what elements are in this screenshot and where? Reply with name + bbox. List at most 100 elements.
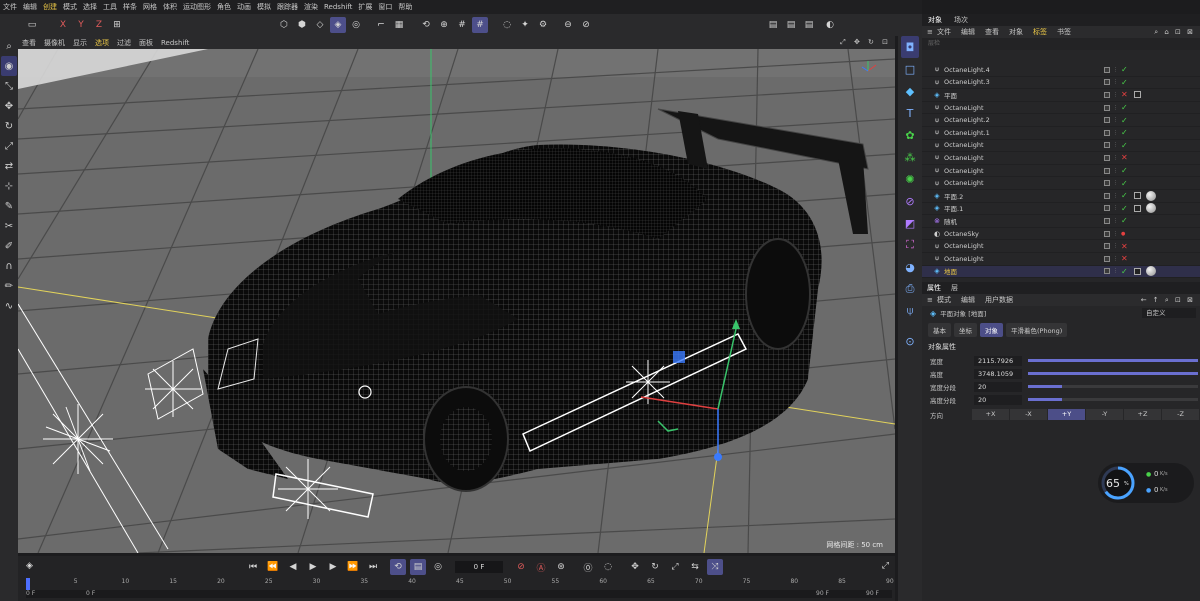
key-settings-icon[interactable]: ⊛ — [553, 559, 569, 575]
model-mode-icon[interactable]: ◈ — [330, 17, 346, 33]
visibility-dots-icon[interactable]: ⋮ — [1113, 67, 1118, 73]
menu-item-14[interactable]: 渲染 — [304, 2, 324, 12]
keyframe-icon[interactable]: ◈ — [26, 561, 33, 571]
subtab-phong[interactable]: 平滑着色(Phong) — [1006, 323, 1068, 337]
stop-icon[interactable]: ⊘ — [578, 17, 594, 33]
tab-attributes[interactable]: 属性 — [922, 283, 946, 293]
object-row[interactable]: ⍦ OctaneLight.4 ⋮ ✓ — [922, 64, 1200, 77]
key-pla-icon[interactable]: ⤨ — [707, 559, 723, 575]
render-active-icon[interactable]: ▤ — [783, 17, 799, 33]
key-rotate-icon[interactable]: ↻ — [647, 559, 663, 575]
object-row[interactable]: ⍦ OctaneLight ⋮ ✓ — [922, 102, 1200, 115]
direction-button[interactable]: -Z — [1162, 409, 1199, 420]
menu-item-12[interactable]: 模拟 — [257, 2, 277, 12]
enabled-check-icon[interactable]: ✓ — [1121, 78, 1128, 87]
visibility-dots-icon[interactable]: ⋮ — [1113, 117, 1118, 123]
visibility-dots-icon[interactable]: ⋮ — [1113, 130, 1118, 136]
auto-key-icon[interactable]: Ⓐ — [533, 559, 549, 575]
tag-icon[interactable] — [1134, 91, 1141, 99]
poly-mode-icon[interactable]: ◇ — [312, 17, 328, 33]
grid-toggle-icon[interactable]: # — [472, 17, 488, 33]
object-row[interactable]: ⍦ OctaneLight ⋮ ✓ — [922, 177, 1200, 190]
search-icon[interactable]: ⌕ — [1, 36, 17, 56]
layer-box[interactable] — [1104, 91, 1110, 98]
prev-key-icon[interactable]: ⏪ — [265, 559, 281, 575]
texture-mode-icon[interactable]: ◎ — [348, 17, 364, 33]
attr-menu-edit[interactable]: 编辑 — [956, 295, 980, 305]
graph-icon[interactable]: ⤢ — [882, 561, 889, 571]
visibility-dots-icon[interactable]: ⋮ — [1113, 268, 1118, 274]
object-row[interactable]: ⍦ OctaneLight ⋮ ✕ — [922, 152, 1200, 165]
material-tag-icon[interactable] — [1146, 266, 1156, 277]
property-value-field[interactable]: 2115.7926 — [974, 355, 1022, 366]
enabled-check-icon[interactable]: ✓ — [1121, 267, 1128, 276]
direction-button[interactable]: +Y — [1048, 409, 1085, 420]
move-icon[interactable]: ✥ — [1, 96, 17, 116]
status-dot-icon[interactable]: ● — [1121, 231, 1125, 237]
speed-icon[interactable]: ▤ — [410, 559, 426, 575]
enabled-check-icon[interactable]: ✓ — [1121, 116, 1128, 125]
property-value-field[interactable]: 20 — [974, 381, 1022, 392]
menu-item-18[interactable]: 帮助 — [398, 2, 418, 12]
key-move-icon[interactable]: ✥ — [627, 559, 643, 575]
transform-icon[interactable]: ⇄ — [1, 156, 17, 176]
sculpt-icon[interactable]: ✏ — [1, 276, 17, 296]
go-end-icon[interactable]: ⏭ — [365, 559, 381, 575]
search-input[interactable]: 层检 — [922, 38, 1200, 50]
object-row[interactable]: ◈ 平面.2 ⋮ ✓ — [922, 190, 1200, 203]
property-value-field[interactable]: 20 — [974, 394, 1022, 405]
object-row[interactable]: ⍦ OctaneLight ⋮ ✕ — [922, 240, 1200, 253]
property-slider[interactable] — [1028, 385, 1198, 388]
direction-button[interactable]: -X — [1010, 409, 1047, 420]
visibility-dots-icon[interactable]: ⋮ — [1113, 193, 1118, 199]
object-row[interactable]: ◈ 平面.1 ⋮ ✓ — [922, 203, 1200, 216]
property-slider[interactable] — [1028, 398, 1198, 401]
enabled-check-icon[interactable]: ✓ — [1121, 103, 1128, 112]
tab-layers[interactable]: 层 — [946, 283, 963, 293]
visibility-dots-icon[interactable]: ⋮ — [1113, 218, 1118, 224]
property-value-field[interactable]: 3748.1059 — [974, 368, 1022, 379]
cube-object-icon[interactable]: □ — [901, 58, 919, 80]
deformer-icon[interactable]: ⊘ — [901, 190, 919, 212]
record-icon[interactable]: ⊖ — [560, 17, 576, 33]
frame-range-bar[interactable]: 0 F 0 F 90 F 90 F — [26, 590, 892, 598]
next-key-icon[interactable]: ⏩ — [345, 559, 361, 575]
menu-item-17[interactable]: 窗口 — [378, 2, 398, 12]
om-menu-view[interactable]: 查看 — [980, 27, 1004, 37]
om-menu-file[interactable]: 文件 — [932, 27, 956, 37]
menu-item-4[interactable]: 选择 — [83, 2, 103, 12]
loop-icon[interactable]: ⟲ — [390, 559, 406, 575]
object-row[interactable]: ◐ OctaneSky ⋮ ● — [922, 228, 1200, 241]
vp-menu-view[interactable]: 查看 — [18, 38, 40, 48]
layer-box[interactable] — [1104, 180, 1110, 187]
brush-icon[interactable]: ✐ — [1, 236, 17, 256]
menu-item-6[interactable]: 样条 — [123, 2, 143, 12]
object-row[interactable]: ⊗ 随机 ⋮ ✓ — [922, 215, 1200, 228]
axis-y-toggle[interactable]: Y — [73, 17, 89, 33]
disabled-cross-icon[interactable]: ✕ — [1121, 242, 1128, 251]
enabled-check-icon[interactable]: ✓ — [1121, 204, 1128, 213]
layer-box[interactable] — [1104, 205, 1110, 212]
enabled-check-icon[interactable]: ✓ — [1121, 166, 1128, 175]
layer-box[interactable] — [1104, 117, 1110, 124]
render-icon[interactable]: ⊙ — [901, 330, 919, 352]
vp-nav-icons[interactable]: ⤢ ✥ ↻ ⊡ — [836, 38, 895, 47]
vp-menu-options[interactable]: 选项 — [91, 38, 113, 48]
disabled-cross-icon[interactable]: ✕ — [1121, 90, 1128, 99]
visibility-dots-icon[interactable]: ⋮ — [1113, 231, 1118, 237]
menu-item-2[interactable]: 创建 — [43, 2, 63, 12]
prev-frame-icon[interactable]: ◀ — [285, 559, 301, 575]
menu-item-11[interactable]: 动画 — [237, 2, 257, 12]
enabled-check-icon[interactable]: ✓ — [1121, 65, 1128, 74]
key-info-icon[interactable]: ⓪ — [580, 559, 596, 575]
layer-box[interactable] — [1104, 154, 1110, 161]
axis-x-toggle[interactable]: X — [55, 17, 71, 33]
current-frame-field[interactable]: 0 F — [455, 561, 503, 573]
move-tool-icon[interactable]: ◌ — [499, 17, 515, 33]
layer-box[interactable] — [1104, 66, 1110, 73]
axis-tool-icon[interactable]: ⊹ — [1, 176, 17, 196]
point-mode-icon[interactable]: ⬡ — [276, 17, 292, 33]
menu-item-16[interactable]: 扩展 — [358, 2, 378, 12]
menu-item-0[interactable]: 文件 — [0, 2, 23, 12]
visibility-dots-icon[interactable]: ⋮ — [1113, 180, 1118, 186]
